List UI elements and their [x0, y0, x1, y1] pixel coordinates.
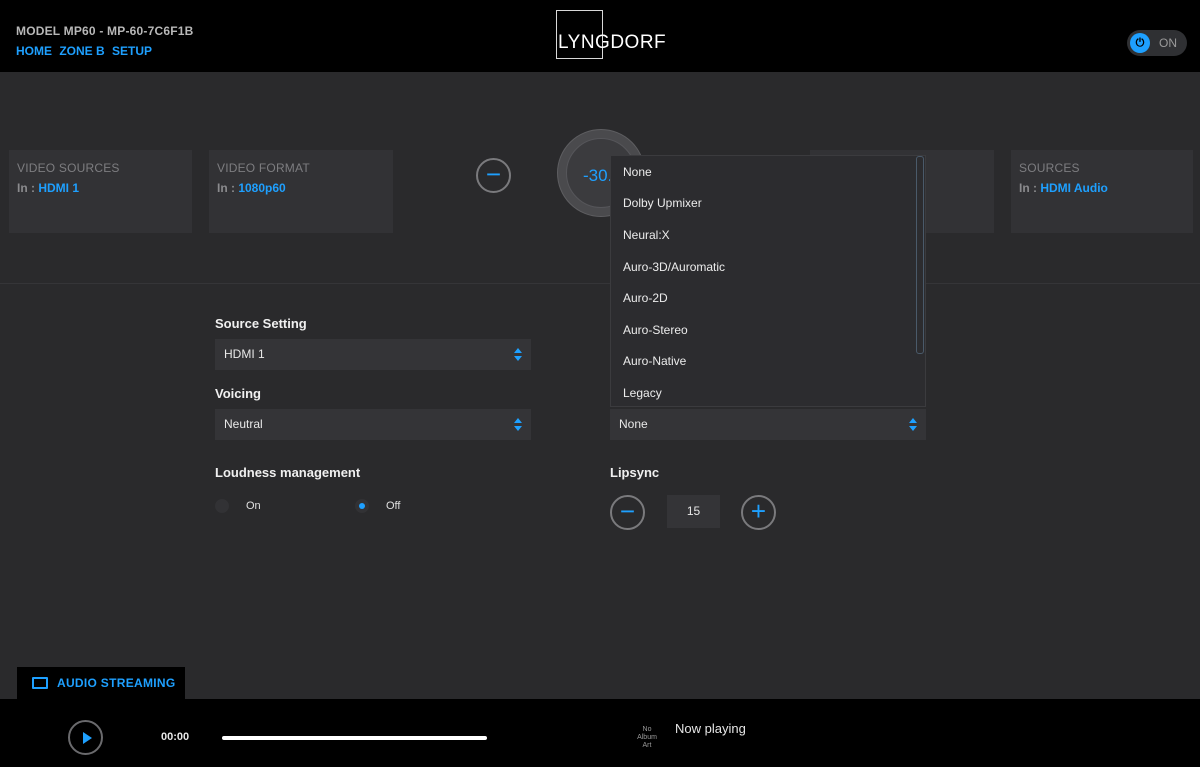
lipsync-plus-button[interactable]: + — [741, 495, 776, 530]
section-divider — [0, 283, 1200, 284]
power-label: ON — [1159, 36, 1177, 50]
logo-text: LYNGDORF — [558, 32, 667, 53]
card-prefix: In : — [217, 181, 239, 195]
select-value: HDMI 1 — [224, 347, 265, 361]
select-value: Neutral — [224, 417, 263, 431]
upmixer-select[interactable]: None — [610, 409, 926, 440]
card-title: VIDEO FORMAT — [217, 161, 310, 175]
volume-value: -30. — [583, 166, 613, 185]
power-icon: ⏻ — [1130, 33, 1150, 53]
loudness-label: Loudness management — [215, 465, 361, 480]
dropdown-option[interactable]: Auro-2D — [623, 291, 668, 305]
now-playing-title: Now playing — [675, 721, 746, 736]
source-setting-select[interactable]: HDMI 1 — [215, 339, 531, 370]
card-prefix: In : — [1019, 181, 1041, 195]
source-setting-label: Source Setting — [215, 316, 307, 331]
nav-setup[interactable]: SETUP — [112, 44, 152, 58]
card-sources[interactable]: SOURCES In : HDMI Audio — [1011, 150, 1193, 233]
voicing-select[interactable]: Neutral — [215, 409, 531, 440]
dropdown-option[interactable]: Auro-Stereo — [623, 323, 688, 337]
audio-streaming-label: AUDIO STREAMING — [57, 676, 176, 690]
select-value: None — [619, 417, 648, 431]
card-prefix: In : — [17, 181, 39, 195]
updown-arrows-icon — [514, 348, 522, 362]
power-toggle[interactable]: ⏻ ON — [1127, 30, 1187, 56]
progress-bar[interactable] — [222, 736, 487, 740]
header: MODEL MP60 - MP-60-7C6F1B HOME ZONE B SE… — [0, 0, 1200, 72]
card-video-format[interactable]: VIDEO FORMAT In : 1080p60 — [209, 150, 393, 233]
cast-icon — [32, 677, 48, 689]
card-value-text: 1080p60 — [238, 181, 286, 195]
card-value: In : HDMI Audio — [1019, 181, 1108, 195]
card-video-sources[interactable]: VIDEO SOURCES In : HDMI 1 — [9, 150, 192, 233]
card-value-text: HDMI 1 — [38, 181, 79, 195]
dropdown-option[interactable]: Neural:X — [623, 228, 670, 242]
updown-arrows-icon — [909, 418, 917, 432]
audio-streaming-tab[interactable]: AUDIO STREAMING — [17, 667, 185, 700]
loudness-off-label: Off — [386, 500, 401, 512]
dropdown-option[interactable]: None — [623, 165, 652, 179]
lipsync-label: Lipsync — [610, 465, 660, 480]
dropdown-option[interactable]: Auro-Native — [623, 354, 686, 368]
volume-down-button[interactable]: − — [476, 158, 511, 193]
lipsync-value: 15 — [667, 495, 720, 528]
card-value: In : HDMI 1 — [17, 181, 79, 195]
dropdown-option[interactable]: Dolby Upmixer — [623, 196, 702, 210]
nav-home[interactable]: HOME — [16, 44, 52, 58]
card-title: SOURCES — [1019, 161, 1080, 175]
lipsync-minus-button[interactable]: − — [610, 495, 645, 530]
updown-arrows-icon — [514, 418, 522, 432]
album-art-placeholder: No Album Art — [637, 726, 657, 749]
device-model: MODEL MP60 - MP-60-7C6F1B — [16, 24, 194, 38]
card-title: VIDEO SOURCES — [17, 161, 120, 175]
loudness-on-radio[interactable] — [215, 499, 229, 513]
main-nav: HOME ZONE B SETUP — [16, 44, 156, 58]
card-value-text: HDMI Audio — [1040, 181, 1108, 195]
playback-time: 00:00 — [161, 731, 190, 743]
dropdown-option[interactable]: Legacy — [623, 386, 662, 400]
upmixer-dropdown-list[interactable]: None Dolby Upmixer Neural:X Auro-3D/Auro… — [610, 155, 926, 407]
play-button[interactable] — [68, 720, 103, 755]
voicing-label: Voicing — [215, 386, 261, 401]
dropdown-scrollbar[interactable] — [916, 156, 924, 354]
loudness-on-label: On — [246, 500, 261, 512]
loudness-off-radio[interactable] — [355, 499, 369, 513]
nav-zone-b[interactable]: ZONE B — [59, 44, 104, 58]
card-value: In : 1080p60 — [217, 181, 286, 195]
dropdown-option[interactable]: Auro-3D/Auromatic — [623, 260, 725, 274]
brand-logo: LYNGDORF — [556, 10, 666, 59]
